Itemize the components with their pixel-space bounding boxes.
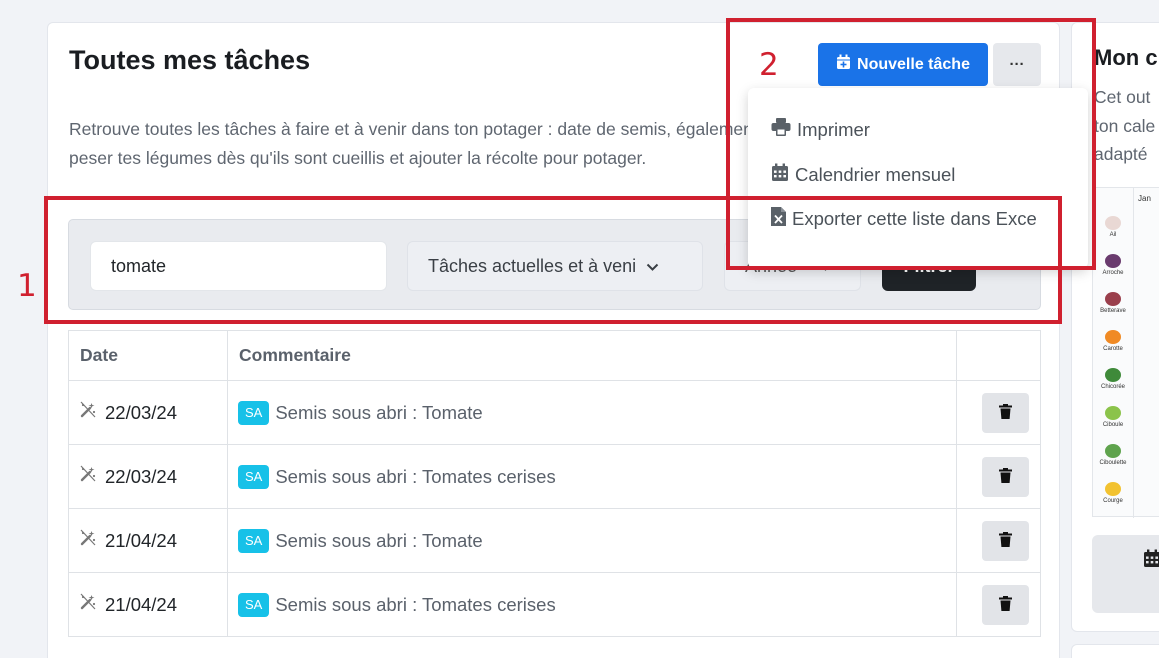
calendar-month-label: Jan xyxy=(1138,194,1151,203)
column-header-actions xyxy=(956,330,1041,381)
calendar-divider xyxy=(1133,188,1134,518)
side-text-line: ton cale xyxy=(1094,115,1156,136)
table-header-row: Date Commentaire xyxy=(68,330,1041,381)
vegetable-label: Ail xyxy=(1109,232,1117,238)
date-cell: 22/03/24 xyxy=(68,444,228,509)
actions-cell xyxy=(956,508,1041,573)
actions-cell xyxy=(956,572,1041,637)
task-type-badge: SA xyxy=(238,592,270,617)
open-calendar-button[interactable] xyxy=(1092,535,1159,613)
orache-icon xyxy=(1105,254,1121,268)
column-header-date[interactable]: Date xyxy=(68,330,228,381)
calendar-vegetable: Courge xyxy=(1093,474,1133,512)
tasks-table: Date Commentaire 22/03/24 SA Semis sous … xyxy=(68,330,1041,637)
task-date: 21/04/24 xyxy=(105,593,178,615)
calendar-vegetable: Ciboulette xyxy=(1093,436,1133,474)
trash-icon xyxy=(999,530,1012,552)
annotation-number-1: 1 xyxy=(17,268,37,304)
task-type-badge: SA xyxy=(238,464,270,489)
chicory-icon xyxy=(1105,368,1121,382)
side-card-title: Mon c xyxy=(1094,45,1158,70)
date-cell: 21/04/24 xyxy=(68,572,228,637)
table-row: 21/04/24 SA Semis sous abri : Tomate xyxy=(68,508,1041,573)
task-comment[interactable]: Semis sous abri : Tomate xyxy=(275,402,482,424)
vegetable-label: Carotte xyxy=(1103,346,1123,352)
delete-task-button[interactable] xyxy=(982,584,1029,625)
date-cell: 22/03/24 xyxy=(68,380,228,445)
squash-icon xyxy=(1105,482,1121,496)
chives-icon xyxy=(1105,444,1121,458)
task-date: 22/03/24 xyxy=(105,465,178,487)
vegetable-label: Chicorée xyxy=(1100,384,1125,390)
task-comment[interactable]: Semis sous abri : Tomates cerises xyxy=(275,466,555,488)
carrot-icon xyxy=(1105,330,1121,344)
task-date: 22/03/24 xyxy=(105,401,178,423)
comment-cell: SA Semis sous abri : Tomates cerises xyxy=(227,444,957,509)
magic-wand-icon xyxy=(79,529,97,552)
secondary-side-card xyxy=(1071,644,1159,658)
table-row: 22/03/24 SA Semis sous abri : Tomates ce… xyxy=(68,444,1041,509)
task-type-badge: SA xyxy=(238,528,270,553)
vegetable-label: Betterave xyxy=(1100,308,1126,314)
calendar-vegetable: Carotte xyxy=(1093,322,1133,360)
task-comment[interactable]: Semis sous abri : Tomate xyxy=(275,530,482,552)
trash-icon xyxy=(999,402,1012,424)
actions-cell xyxy=(956,380,1041,445)
actions-cell xyxy=(956,444,1041,509)
trash-icon xyxy=(999,466,1012,488)
side-text-line: adapté xyxy=(1094,144,1148,164)
calendar-vegetable: Chicorée xyxy=(1093,360,1133,398)
delete-task-button[interactable] xyxy=(982,392,1029,433)
comment-cell: SA Semis sous abri : Tomates cerises xyxy=(227,572,957,637)
table-row: 21/04/24 SA Semis sous abri : Tomates ce… xyxy=(68,572,1041,637)
calendar-vegetable: Ail xyxy=(1093,208,1133,246)
annotation-number-2: 2 xyxy=(759,47,779,83)
delete-task-button[interactable] xyxy=(982,520,1029,561)
intro-text: Retrouve toutes les tâches à faire et à … xyxy=(69,119,758,168)
vegetable-label: Courge xyxy=(1103,498,1123,504)
magic-wand-icon xyxy=(79,465,97,488)
magic-wand-icon xyxy=(79,593,97,616)
date-cell: 21/04/24 xyxy=(68,508,228,573)
garlic-icon xyxy=(1105,216,1121,230)
beetroot-icon xyxy=(1105,292,1121,306)
side-text-line: Cet out xyxy=(1094,87,1151,107)
page-title: Toutes mes tâches xyxy=(69,45,311,75)
calendar-preview[interactable]: Jan Ail Arroche Betterave Carotte Chicor… xyxy=(1092,187,1159,518)
comment-cell: SA Semis sous abri : Tomate xyxy=(227,380,957,445)
column-header-comment[interactable]: Commentaire xyxy=(227,330,957,381)
delete-task-button[interactable] xyxy=(982,456,1029,497)
calendar-icon xyxy=(1143,549,1159,573)
vegetable-label: Ciboule xyxy=(1102,422,1124,428)
comment-cell: SA Semis sous abri : Tomate xyxy=(227,508,957,573)
trash-icon xyxy=(999,594,1012,616)
annotation-box-1 xyxy=(44,196,1062,324)
side-card-text: Cet out ton cale adapté xyxy=(1094,83,1155,169)
task-date: 21/04/24 xyxy=(105,529,178,551)
calendar-vegetable: Arroche xyxy=(1093,246,1133,284)
task-type-badge: SA xyxy=(238,400,270,425)
calendar-vegetable: Ciboule xyxy=(1093,398,1133,436)
magic-wand-icon xyxy=(79,401,97,424)
vegetable-label: Arroche xyxy=(1102,270,1124,276)
task-comment[interactable]: Semis sous abri : Tomates cerises xyxy=(275,594,555,616)
vegetable-label: Ciboulette xyxy=(1099,460,1127,466)
calendar-vegetable: Betterave xyxy=(1093,284,1133,322)
scallion-icon xyxy=(1105,406,1121,420)
table-row: 22/03/24 SA Semis sous abri : Tomate xyxy=(68,380,1041,445)
